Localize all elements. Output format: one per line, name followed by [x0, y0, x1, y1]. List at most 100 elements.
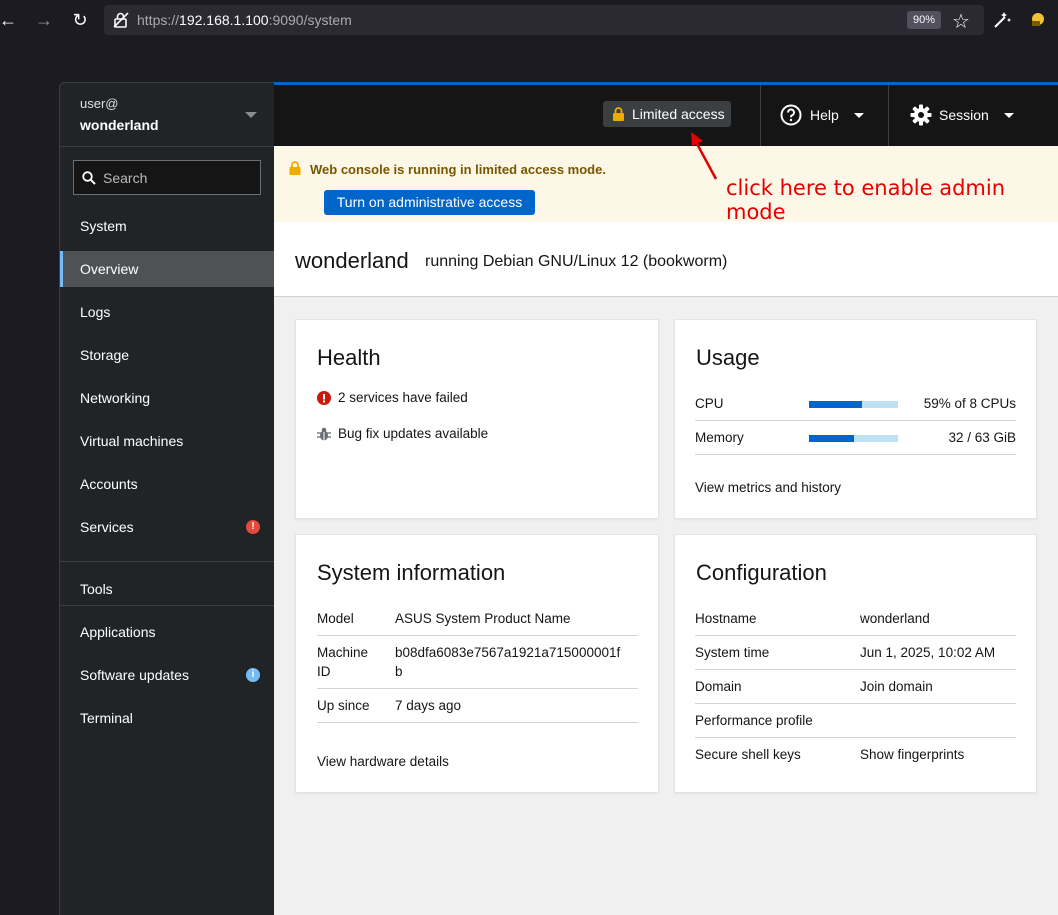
machine-id-label: Machine — [317, 645, 369, 660]
sidebar-item-overview[interactable]: Overview — [60, 251, 274, 287]
sidebar-item-label: Software updates — [80, 667, 189, 683]
system-time-value[interactable]: Jun 1, 2025, 10:02 AM — [860, 645, 995, 660]
search-icon — [82, 171, 96, 185]
view-hardware-link[interactable]: View hardware details — [317, 754, 449, 769]
host-name: wonderland — [80, 117, 159, 133]
sidebar-item-label: Logs — [80, 304, 111, 320]
search-field[interactable] — [73, 160, 261, 195]
help-icon — [780, 104, 802, 126]
usage-title: Usage — [696, 345, 760, 370]
nav-group-system: System — [80, 218, 127, 234]
caret-down-icon — [1004, 113, 1014, 118]
search-input[interactable] — [103, 167, 253, 189]
cpu-progress-fill — [809, 401, 862, 408]
sidebar-item-services[interactable]: Services ! — [60, 509, 274, 545]
memory-progress-fill — [809, 435, 855, 442]
performance-profile-label: Performance profile — [695, 713, 813, 728]
memory-label: Memory — [695, 430, 744, 445]
main-content: Limited access Help Session Web console … — [274, 82, 1058, 915]
browser-toolbar: ← → ↻ https://192.168.1.100:9090/system … — [0, 0, 1058, 40]
hostname-value[interactable]: wonderland — [860, 611, 930, 626]
row-divider — [695, 669, 1016, 670]
sidebar-item-accounts[interactable]: Accounts — [60, 466, 274, 502]
sidebar-item-label: Overview — [80, 261, 139, 277]
health-card: Health 2 services have failed Bug fix up… — [295, 319, 659, 519]
lock-icon — [613, 107, 624, 121]
caret-down-icon — [854, 113, 864, 118]
session-label: Session — [939, 107, 989, 123]
sidebar: user@ wonderland System Overview Logs St… — [59, 82, 274, 915]
sidebar-item-software-updates[interactable]: Software updates i — [60, 657, 274, 693]
os-description: running Debian GNU/Linux 12 (bookworm) — [425, 253, 728, 270]
bookmark-star-icon[interactable]: ☆ — [952, 9, 970, 34]
masthead: Limited access Help Session — [274, 85, 1058, 146]
annotation-text: click here to enable admin mode — [726, 176, 1006, 224]
usage-card: Usage CPU 59% of 8 CPUs Memory 32 / 63 G… — [674, 319, 1037, 519]
sidebar-item-storage[interactable]: Storage — [60, 337, 274, 373]
uptime-label: Up since — [317, 698, 370, 713]
gear-icon — [910, 104, 932, 126]
sidebar-item-applications[interactable]: Applications — [60, 614, 274, 650]
sidebar-item-networking[interactable]: Networking — [60, 380, 274, 416]
zoom-level[interactable]: 90% — [907, 11, 942, 29]
window-background — [0, 40, 1058, 82]
sidebar-item-label: Storage — [80, 347, 130, 363]
chevron-down-icon — [245, 112, 257, 118]
forward-arrow-icon[interactable]: → — [32, 8, 56, 32]
sidebar-item-label: Virtual machines — [80, 433, 184, 449]
host-switcher[interactable]: user@ wonderland — [60, 83, 274, 147]
cpu-label: CPU — [695, 396, 724, 411]
show-fingerprints-link[interactable]: Show fingerprints — [860, 747, 964, 762]
row-divider — [695, 420, 1016, 421]
model-label: Model — [317, 611, 354, 626]
profile-extension-icon[interactable] — [1026, 9, 1048, 31]
reload-icon[interactable]: ↻ — [68, 8, 92, 32]
error-icon — [317, 391, 331, 405]
back-arrow-icon[interactable]: ← — [0, 8, 20, 32]
help-label: Help — [810, 107, 839, 123]
machine-id-value: b — [395, 664, 403, 679]
nav-group-tools: Tools — [80, 581, 113, 597]
memory-value: 32 / 63 GiB — [948, 430, 1016, 445]
model-value: ASUS System Product Name — [395, 611, 571, 626]
uptime-value: 7 days ago — [395, 698, 462, 713]
address-bar[interactable]: https://192.168.1.100:9090/system 90% ☆ — [104, 5, 984, 35]
insecure-lock-icon[interactable] — [112, 11, 130, 29]
nav-divider — [60, 561, 274, 562]
sidebar-item-label: Applications — [80, 624, 156, 640]
limited-access-label: Limited access — [632, 106, 725, 122]
limited-access-button[interactable]: Limited access — [603, 101, 731, 127]
view-metrics-link[interactable]: View metrics and history — [695, 480, 841, 495]
nav-divider — [60, 605, 274, 606]
failed-services-link[interactable]: 2 services have failed — [338, 390, 468, 405]
sidebar-item-logs[interactable]: Logs — [60, 294, 274, 330]
memory-progress-bar — [809, 435, 898, 442]
row-divider — [695, 737, 1016, 738]
admin-access-button[interactable]: Turn on administrative access — [324, 190, 535, 215]
ssh-keys-label: Secure shell keys — [695, 747, 801, 762]
session-menu[interactable]: Session — [889, 85, 1039, 146]
lock-icon — [289, 161, 301, 175]
domain-label: Domain — [695, 679, 742, 694]
sidebar-item-label: Accounts — [80, 476, 138, 492]
row-divider — [695, 454, 1016, 455]
machine-id-value: b08dfa6083e7567a1921a715000001f — [395, 645, 621, 660]
page-title: wonderland — [295, 248, 409, 273]
limited-access-alert: Web console is running in limited access… — [274, 146, 1058, 224]
extensions-icon[interactable] — [991, 9, 1013, 31]
alert-title: Web console is running in limited access… — [310, 162, 606, 177]
row-divider — [317, 635, 638, 636]
sidebar-item-label: Networking — [80, 390, 151, 406]
hostname-label: Hostname — [695, 611, 757, 626]
help-menu[interactable]: Help — [761, 85, 888, 146]
configuration-card: Configuration Hostname wonderland System… — [674, 534, 1037, 793]
cpu-value: 59% of 8 CPUs — [923, 396, 1016, 411]
bug-fix-updates-link[interactable]: Bug fix updates available — [338, 426, 488, 441]
row-divider — [695, 703, 1016, 704]
system-information-card: System information Model ASUS System Pro… — [295, 534, 659, 793]
sidebar-item-terminal[interactable]: Terminal — [60, 700, 274, 736]
join-domain-button[interactable]: Join domain — [860, 679, 933, 694]
sidebar-item-virtual-machines[interactable]: Virtual machines — [60, 423, 274, 459]
error-badge-icon: ! — [246, 520, 260, 534]
row-divider — [317, 688, 638, 689]
